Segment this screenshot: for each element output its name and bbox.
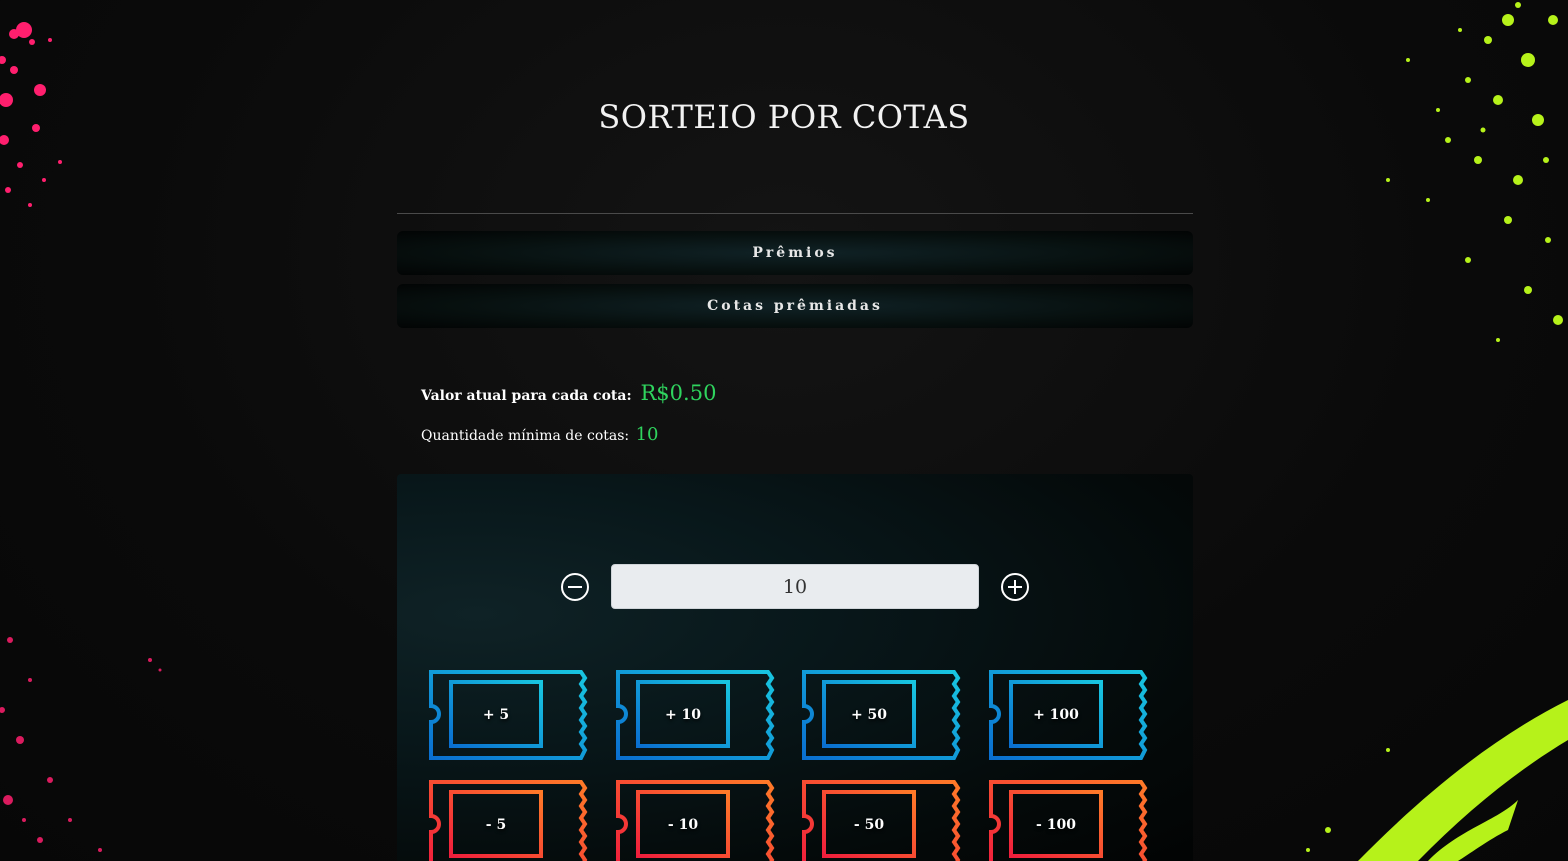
quota-selector-panel: + 5 + 10 + 50 [397, 474, 1193, 861]
lime-brush-stroke-decoration [1306, 700, 1568, 861]
add-50-button[interactable]: + 50 [802, 670, 966, 760]
pink-splash-decoration-bottom [0, 637, 162, 852]
remove-10-label: - 10 [667, 817, 699, 833]
accordion-cotas-premiadas[interactable]: Cotas prêmiadas [397, 284, 1193, 328]
min-quantity-info: Quantidade mínima de cotas: 10 [421, 424, 659, 445]
remove-10-button[interactable]: - 10 [616, 780, 780, 861]
divider [397, 213, 1193, 214]
remove-50-button[interactable]: - 50 [802, 780, 966, 861]
add-5-label: + 5 [482, 707, 510, 723]
min-quantity-label: Quantidade mínima de cotas: [421, 428, 630, 444]
add-50-label: + 50 [850, 707, 888, 723]
remove-5-button[interactable]: - 5 [429, 780, 593, 861]
price-label: Valor atual para cada cota: [421, 388, 632, 404]
add-100-button[interactable]: + 100 [989, 670, 1153, 760]
page-title: SORTEIO POR COTAS [598, 98, 970, 136]
add-10-button[interactable]: + 10 [616, 670, 780, 760]
add-5-button[interactable]: + 5 [429, 670, 593, 760]
remove-100-label: - 100 [1036, 817, 1076, 833]
price-value: R$0.50 [640, 381, 717, 405]
quantity-input[interactable] [611, 564, 979, 609]
remove-100-button[interactable]: - 100 [989, 780, 1153, 861]
remove-5-label: - 5 [485, 817, 507, 833]
price-info: Valor atual para cada cota: R$0.50 [421, 381, 716, 405]
lime-splash-decoration [1386, 2, 1563, 342]
add-10-label: + 10 [664, 707, 702, 723]
min-quantity-value: 10 [635, 424, 659, 445]
add-100-label: + 100 [1033, 707, 1079, 723]
accordion-premios[interactable]: Prêmios [397, 231, 1193, 275]
remove-50-label: - 50 [853, 817, 885, 833]
page: SORTEIO POR COTAS Prêmios Cotas prêmiada… [0, 0, 1568, 861]
minus-circle-icon[interactable] [561, 573, 589, 601]
plus-circle-icon[interactable] [1001, 573, 1029, 601]
